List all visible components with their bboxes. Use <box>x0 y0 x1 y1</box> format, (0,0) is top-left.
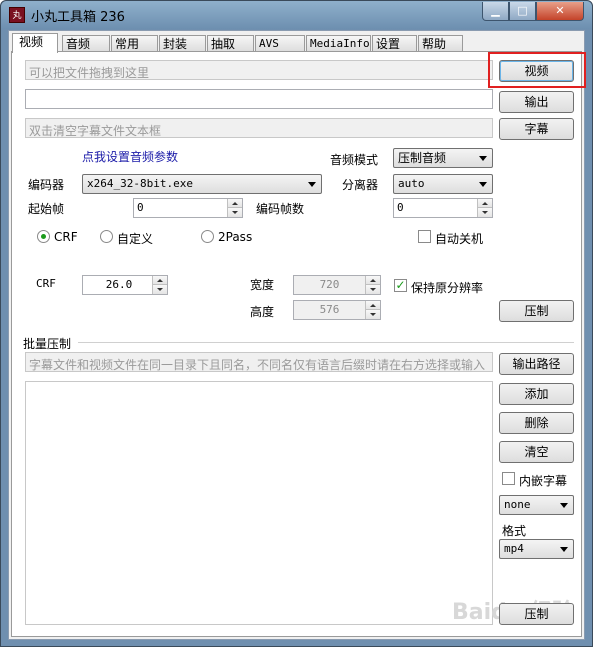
chevron-down-icon <box>308 182 316 187</box>
output-button[interactable]: 输出 <box>499 91 574 113</box>
start-frame-value: 0 <box>137 201 144 214</box>
window-title: 小丸工具箱 236 <box>31 10 125 25</box>
add-button[interactable]: 添加 <box>499 383 574 405</box>
audio-mode-select[interactable]: 压制音频 <box>393 148 493 168</box>
batch-group-title: 批量压制 <box>23 337 72 351</box>
stepper-up-icon[interactable] <box>227 199 242 208</box>
output-file-input[interactable] <box>25 89 493 109</box>
stepper-down-icon[interactable] <box>365 285 380 294</box>
subtitle-button[interactable]: 字幕 <box>499 118 574 140</box>
mode-2pass-label: 2Pass <box>218 230 253 244</box>
batch-encode-button[interactable]: 压制 <box>499 603 574 625</box>
stepper-up-icon[interactable] <box>365 301 380 310</box>
app-icon: 丸 <box>9 7 25 23</box>
height-label: 高度 <box>250 305 275 319</box>
batch-suffix-input[interactable]: 字幕文件和视频文件在同一目录下且同名，不同名仅有语言后缀时请在右方选择或输入 <box>25 352 493 372</box>
mode-2pass-radio[interactable] <box>201 230 214 243</box>
width-stepper[interactable]: 720 <box>293 275 381 295</box>
height-stepper[interactable]: 576 <box>293 300 381 320</box>
subtitle-lang-value: none <box>504 498 531 511</box>
start-frame-stepper[interactable]: 0 <box>133 198 243 218</box>
demuxer-value: auto <box>398 177 425 190</box>
tab-help[interactable]: 帮助 <box>418 35 463 52</box>
stepper-down-icon[interactable] <box>227 208 242 217</box>
embed-subtitle-checkbox[interactable] <box>502 472 515 485</box>
crf-label: CRF <box>36 277 56 290</box>
mode-crf-label: CRF <box>54 230 78 244</box>
auto-shutdown-label: 自动关机 <box>435 232 484 246</box>
stepper-down-icon[interactable] <box>152 285 167 294</box>
title-bar[interactable]: 丸 小丸工具箱 236 ▁ □ ✕ <box>1 1 592 29</box>
tab-audio[interactable]: 音频 <box>62 35 110 52</box>
output-path-button[interactable]: 输出路径 <box>499 353 574 375</box>
encode-frames-stepper[interactable]: 0 <box>393 198 493 218</box>
tab-settings[interactable]: 设置 <box>372 35 417 52</box>
stepper-up-icon[interactable] <box>365 276 380 285</box>
stepper-up-icon[interactable] <box>477 199 492 208</box>
encoder-label: 编码器 <box>28 178 65 192</box>
keep-resolution-label: 保持原分辨率 <box>411 281 484 295</box>
app-window: 丸 小丸工具箱 236 ▁ □ ✕ 视频 音频 常用 封装 抽取 AVS Med… <box>0 0 593 647</box>
stepper-down-icon[interactable] <box>477 208 492 217</box>
batch-file-list[interactable] <box>25 381 493 625</box>
format-select[interactable]: mp4 <box>499 539 574 559</box>
subtitle-file-placeholder: 双击清空字幕文件文本框 <box>29 124 162 138</box>
format-value: mp4 <box>504 542 524 555</box>
minimize-button[interactable]: ▁ <box>482 2 509 21</box>
stepper-down-icon[interactable] <box>365 310 380 319</box>
keep-resolution-checkbox[interactable]: ✓ <box>394 279 407 292</box>
mode-custom-label: 自定义 <box>117 232 154 246</box>
crf-value: 26.0 <box>105 278 133 291</box>
maximize-button[interactable]: □ <box>509 2 536 21</box>
tab-common[interactable]: 常用 <box>111 35 158 52</box>
demuxer-select[interactable]: auto <box>393 174 493 194</box>
encode-button[interactable]: 压制 <box>499 300 574 322</box>
format-label: 格式 <box>502 524 527 538</box>
mode-crf-radio[interactable] <box>37 230 50 243</box>
close-button[interactable]: ✕ <box>536 2 584 21</box>
tab-avs[interactable]: AVS <box>255 35 305 52</box>
embed-subtitle-label: 内嵌字幕 <box>519 474 568 488</box>
encode-frames-label: 编码帧数 <box>256 202 305 216</box>
height-value: 576 <box>319 303 340 316</box>
video-file-input[interactable]: 可以把文件拖拽到这里 <box>25 60 493 80</box>
encode-frames-value: 0 <box>397 201 404 214</box>
tab-video[interactable]: 视频 <box>12 33 58 53</box>
audio-mode-label: 音频模式 <box>330 153 379 167</box>
audio-mode-value: 压制音频 <box>398 151 447 165</box>
chevron-down-icon <box>560 547 568 552</box>
video-tab-panel: 可以把文件拖拽到这里 视频 输出 双击清空字幕文件文本框 字幕 点我设置音频参数… <box>11 51 586 637</box>
tab-mux[interactable]: 封装 <box>159 35 206 52</box>
mode-custom-radio[interactable] <box>100 230 113 243</box>
batch-hint-text: 字幕文件和视频文件在同一目录下且同名，不同名仅有语言后缀时请在右方选择或输入 <box>29 358 486 372</box>
auto-shutdown-checkbox[interactable] <box>418 230 431 243</box>
demuxer-label: 分离器 <box>342 178 379 192</box>
crf-stepper[interactable]: 26.0 <box>82 275 168 295</box>
width-value: 720 <box>319 278 340 291</box>
chevron-down-icon <box>479 156 487 161</box>
video-file-placeholder: 可以把文件拖拽到这里 <box>29 66 150 80</box>
subtitle-lang-select[interactable]: none <box>499 495 574 515</box>
width-label: 宽度 <box>250 278 275 292</box>
tab-extract[interactable]: 抽取 <box>207 35 254 52</box>
batch-group-divider <box>78 342 574 343</box>
client-area: 视频 音频 常用 封装 抽取 AVS MediaInfo 设置 帮助 可以把文件… <box>8 30 586 640</box>
clear-button[interactable]: 清空 <box>499 441 574 463</box>
stepper-up-icon[interactable] <box>152 276 167 285</box>
start-frame-label: 起始帧 <box>28 202 65 216</box>
chevron-down-icon <box>479 182 487 187</box>
chevron-down-icon <box>560 503 568 508</box>
audio-settings-link[interactable]: 点我设置音频参数 <box>82 148 178 165</box>
encoder-value: x264_32-8bit.exe <box>87 177 193 190</box>
delete-button[interactable]: 删除 <box>499 412 574 434</box>
tab-mediainfo[interactable]: MediaInfo <box>306 35 371 52</box>
highlight-box <box>488 52 586 88</box>
subtitle-file-input[interactable]: 双击清空字幕文件文本框 <box>25 118 493 138</box>
encoder-select[interactable]: x264_32-8bit.exe <box>82 174 322 194</box>
